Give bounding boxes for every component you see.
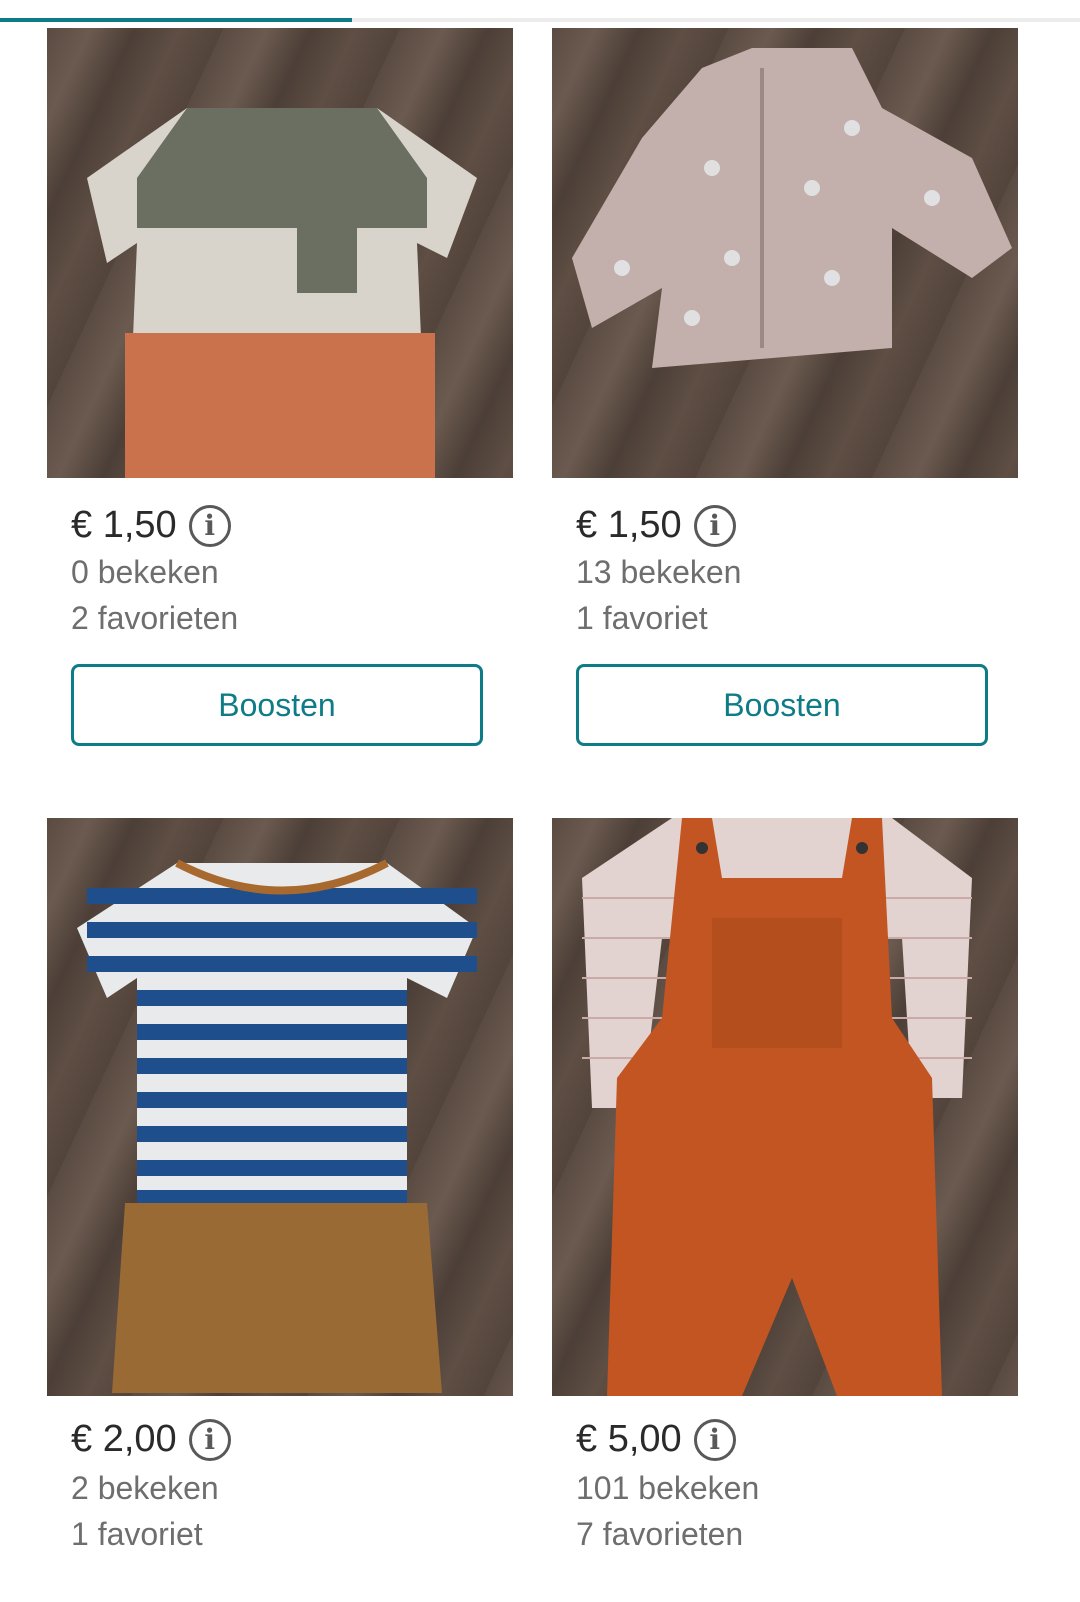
price-row: € 1,50 i	[576, 504, 736, 547]
listing-price: € 5,00	[576, 1418, 682, 1460]
listing-views: 13 bekeken	[576, 554, 742, 590]
info-icon[interactable]: i	[693, 1418, 736, 1461]
listing-price: € 1,50	[576, 504, 682, 546]
boost-button[interactable]: Boosten	[576, 664, 988, 746]
info-icon[interactable]: i	[188, 1418, 231, 1461]
info-icon[interactable]: i	[188, 504, 231, 547]
listing-card[interactable]: € 2,00 i 2 bekeken 1 favoriet	[47, 818, 513, 1602]
listing-photo[interactable]	[47, 28, 513, 478]
progress-fill	[0, 18, 353, 22]
listing-favorites: 1 favoriet	[576, 600, 708, 636]
price-row: € 2,00 i	[71, 1418, 231, 1461]
listing-price: € 1,50	[71, 504, 177, 546]
listing-photo[interactable]	[552, 818, 1018, 1396]
boost-button[interactable]: Boosten	[71, 664, 483, 746]
listing-views: 101 bekeken	[576, 1470, 760, 1506]
price-row: € 1,50 i	[71, 504, 231, 547]
listing-photo[interactable]	[552, 28, 1018, 478]
listing-photo[interactable]	[47, 818, 513, 1396]
listing-views: 2 bekeken	[71, 1470, 219, 1506]
listing-price: € 2,00	[71, 1418, 177, 1460]
listing-favorites: 2 favorieten	[71, 600, 239, 636]
price-row: € 5,00 i	[576, 1418, 736, 1461]
listing-favorites: 1 favoriet	[71, 1516, 203, 1552]
listing-favorites: 7 favorieten	[576, 1516, 744, 1552]
listing-card[interactable]: € 5,00 i 101 bekeken 7 favorieten	[552, 818, 1018, 1602]
listing-card[interactable]: € 1,50 i 0 bekeken 2 favorieten Boosten	[47, 28, 513, 758]
info-icon[interactable]: i	[693, 504, 736, 547]
progress-bar	[0, 18, 1080, 22]
listing-views: 0 bekeken	[71, 554, 219, 590]
listing-card[interactable]: € 1,50 i 13 bekeken 1 favoriet Boosten	[552, 28, 1018, 758]
